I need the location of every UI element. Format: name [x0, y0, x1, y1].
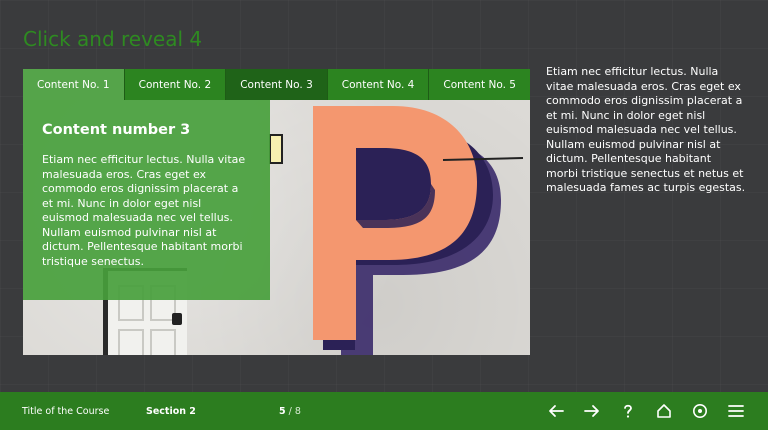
- arrow-right-icon: [584, 405, 599, 417]
- menu-icon: [728, 405, 744, 417]
- target-icon: [693, 404, 707, 418]
- page-counter: 5 / 8: [279, 406, 301, 417]
- tab-bar: Content No. 1 Content No. 2 Content No. …: [23, 69, 530, 100]
- help-icon: [624, 404, 632, 418]
- next-button[interactable]: [574, 392, 610, 430]
- arrow-left-icon: [549, 405, 564, 417]
- tab-content-5[interactable]: Content No. 5: [429, 69, 530, 100]
- tab-content-2[interactable]: Content No. 2: [124, 69, 227, 100]
- menu-button[interactable]: [718, 392, 754, 430]
- tab-content-1[interactable]: Content No. 1: [23, 69, 125, 100]
- home-icon: [657, 404, 671, 418]
- course-title: Title of the Course: [22, 405, 110, 417]
- reveal-heading: Content number 3: [42, 122, 191, 138]
- prev-button[interactable]: [538, 392, 574, 430]
- reveal-panel: Content number 3 Etiam nec efficitur lec…: [23, 100, 270, 300]
- help-button[interactable]: [610, 392, 646, 430]
- footer-bar: Title of the Course Section 2 5 / 8: [0, 392, 768, 430]
- footer-nav: [538, 392, 754, 430]
- tab-content-3[interactable]: Content No. 3: [226, 69, 328, 100]
- home-button[interactable]: [646, 392, 682, 430]
- total-pages: / 8: [288, 405, 301, 417]
- tab-content-4[interactable]: Content No. 4: [327, 69, 430, 100]
- section-label: Section 2: [146, 405, 196, 417]
- current-page: 5: [279, 405, 286, 417]
- reveal-body: Etiam nec efficitur lectus. Nulla vitae …: [42, 153, 246, 268]
- target-button[interactable]: [682, 392, 718, 430]
- page-title: Click and reveal 4: [23, 27, 203, 51]
- side-text: Etiam nec efficitur lectus. Nulla vitae …: [546, 65, 746, 194]
